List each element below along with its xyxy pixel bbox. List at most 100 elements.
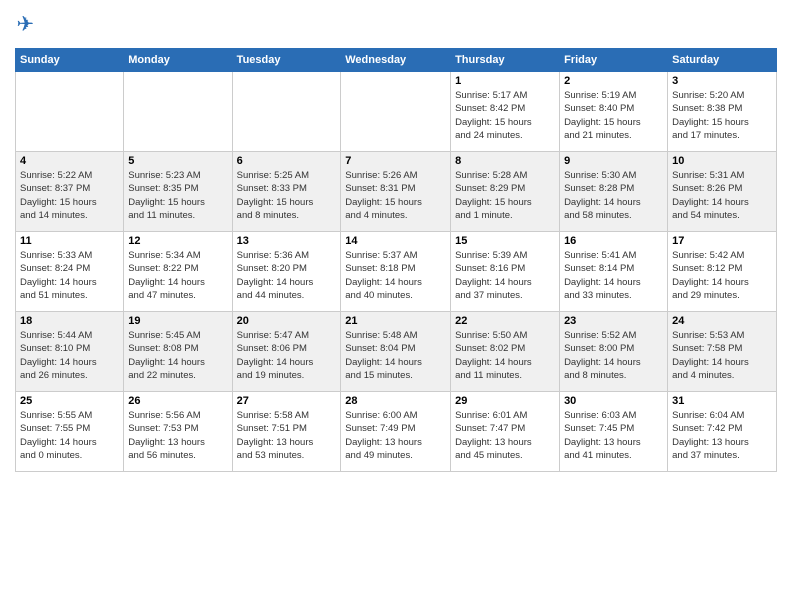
svg-text:✈: ✈ — [17, 13, 35, 36]
calendar-cell: 24 Sunrise: 5:53 AM Sunset: 7:58 PM Dayli… — [668, 312, 777, 392]
day-number: 9 — [564, 155, 663, 167]
calendar-cell: 27 Sunrise: 5:58 AM Sunset: 7:51 PM Dayli… — [232, 392, 341, 472]
day-info: Sunrise: 5:36 AM Sunset: 8:20 PM Dayligh… — [237, 249, 337, 302]
calendar-day-header: Monday — [124, 49, 232, 72]
calendar-day-header: Tuesday — [232, 49, 341, 72]
day-number: 18 — [20, 315, 119, 327]
day-number: 4 — [20, 155, 119, 167]
day-info: Sunrise: 5:50 AM Sunset: 8:02 PM Dayligh… — [455, 329, 555, 382]
calendar-cell: 30 Sunrise: 6:03 AM Sunset: 7:45 PM Dayli… — [560, 392, 668, 472]
calendar-cell: 7Sunrise: 5:26 AM Sunset: 8:31 PM Daylig… — [341, 152, 451, 232]
calendar-cell: 19 Sunrise: 5:45 AM Sunset: 8:08 PM Dayli… — [124, 312, 232, 392]
day-info: Sunrise: 5:41 AM Sunset: 8:14 PM Dayligh… — [564, 249, 663, 302]
calendar-cell: 3 Sunrise: 5:20 AM Sunset: 8:38 PM Daylig… — [668, 72, 777, 152]
day-number: 1 — [455, 75, 555, 87]
calendar-cell: 2 Sunrise: 5:19 AM Sunset: 8:40 PM Daylig… — [560, 72, 668, 152]
calendar-cell: 26 Sunrise: 5:56 AM Sunset: 7:53 PM Dayli… — [124, 392, 232, 472]
day-info: Sunrise: 5:25 AM Sunset: 8:33 PM Dayligh… — [237, 169, 337, 222]
day-info: Sunrise: 5:33 AM Sunset: 8:24 PM Dayligh… — [20, 249, 119, 302]
calendar-cell: 11 Sunrise: 5:33 AM Sunset: 8:24 PM Dayli… — [16, 232, 124, 312]
day-number: 11 — [20, 235, 119, 247]
calendar-cell: 18 Sunrise: 5:44 AM Sunset: 8:10 PM Dayli… — [16, 312, 124, 392]
calendar-day-header: Wednesday — [341, 49, 451, 72]
day-number: 25 — [20, 395, 119, 407]
day-info: Sunrise: 5:39 AM Sunset: 8:16 PM Dayligh… — [455, 249, 555, 302]
calendar-cell: 4Sunrise: 5:22 AM Sunset: 8:37 PM Daylig… — [16, 152, 124, 232]
day-info: Sunrise: 5:55 AM Sunset: 7:55 PM Dayligh… — [20, 409, 119, 462]
calendar-cell — [341, 72, 451, 152]
day-info: Sunrise: 5:44 AM Sunset: 8:10 PM Dayligh… — [20, 329, 119, 382]
calendar-week-row: 1 Sunrise: 5:17 AM Sunset: 8:42 PM Daylig… — [16, 72, 777, 152]
day-number: 30 — [564, 395, 663, 407]
calendar-cell: 10Sunrise: 5:31 AM Sunset: 8:26 PM Dayli… — [668, 152, 777, 232]
calendar-week-row: 25 Sunrise: 5:55 AM Sunset: 7:55 PM Dayli… — [16, 392, 777, 472]
calendar-header-row: SundayMondayTuesdayWednesdayThursdayFrid… — [16, 49, 777, 72]
day-info: Sunrise: 5:48 AM Sunset: 8:04 PM Dayligh… — [345, 329, 446, 382]
day-number: 15 — [455, 235, 555, 247]
calendar-cell: 14Sunrise: 5:37 AM Sunset: 8:18 PM Dayli… — [341, 232, 451, 312]
calendar-cell: 31Sunrise: 6:04 AM Sunset: 7:42 PM Dayli… — [668, 392, 777, 472]
day-number: 7 — [345, 155, 446, 167]
day-number: 3 — [672, 75, 772, 87]
day-info: Sunrise: 5:20 AM Sunset: 8:38 PM Dayligh… — [672, 89, 772, 142]
day-number: 24 — [672, 315, 772, 327]
logo: ✈ — [15, 10, 47, 40]
calendar-day-header: Sunday — [16, 49, 124, 72]
day-info: Sunrise: 6:01 AM Sunset: 7:47 PM Dayligh… — [455, 409, 555, 462]
calendar-cell: 8 Sunrise: 5:28 AM Sunset: 8:29 PM Daylig… — [451, 152, 560, 232]
day-info: Sunrise: 5:19 AM Sunset: 8:40 PM Dayligh… — [564, 89, 663, 142]
day-number: 17 — [672, 235, 772, 247]
calendar-cell: 23 Sunrise: 5:52 AM Sunset: 8:00 PM Dayli… — [560, 312, 668, 392]
day-info: Sunrise: 5:52 AM Sunset: 8:00 PM Dayligh… — [564, 329, 663, 382]
day-number: 27 — [237, 395, 337, 407]
header: ✈ — [15, 10, 777, 40]
day-info: Sunrise: 6:00 AM Sunset: 7:49 PM Dayligh… — [345, 409, 446, 462]
day-info: Sunrise: 5:23 AM Sunset: 8:35 PM Dayligh… — [128, 169, 227, 222]
calendar-cell: 17Sunrise: 5:42 AM Sunset: 8:12 PM Dayli… — [668, 232, 777, 312]
day-info: Sunrise: 6:03 AM Sunset: 7:45 PM Dayligh… — [564, 409, 663, 462]
day-number: 29 — [455, 395, 555, 407]
calendar-cell: 25 Sunrise: 5:55 AM Sunset: 7:55 PM Dayli… — [16, 392, 124, 472]
calendar-week-row: 4Sunrise: 5:22 AM Sunset: 8:37 PM Daylig… — [16, 152, 777, 232]
day-info: Sunrise: 5:34 AM Sunset: 8:22 PM Dayligh… — [128, 249, 227, 302]
day-number: 5 — [128, 155, 227, 167]
calendar-day-header: Saturday — [668, 49, 777, 72]
day-info: Sunrise: 5:45 AM Sunset: 8:08 PM Dayligh… — [128, 329, 227, 382]
day-number: 22 — [455, 315, 555, 327]
day-number: 16 — [564, 235, 663, 247]
calendar-cell: 29 Sunrise: 6:01 AM Sunset: 7:47 PM Dayli… — [451, 392, 560, 472]
day-number: 23 — [564, 315, 663, 327]
day-number: 19 — [128, 315, 227, 327]
day-number: 6 — [237, 155, 337, 167]
calendar-cell: 28Sunrise: 6:00 AM Sunset: 7:49 PM Dayli… — [341, 392, 451, 472]
day-info: Sunrise: 6:04 AM Sunset: 7:42 PM Dayligh… — [672, 409, 772, 462]
calendar-cell: 21 Sunrise: 5:48 AM Sunset: 8:04 PM Dayli… — [341, 312, 451, 392]
day-info: Sunrise: 5:31 AM Sunset: 8:26 PM Dayligh… — [672, 169, 772, 222]
calendar-week-row: 11 Sunrise: 5:33 AM Sunset: 8:24 PM Dayli… — [16, 232, 777, 312]
calendar-cell: 15 Sunrise: 5:39 AM Sunset: 8:16 PM Dayli… — [451, 232, 560, 312]
day-number: 21 — [345, 315, 446, 327]
day-info: Sunrise: 5:17 AM Sunset: 8:42 PM Dayligh… — [455, 89, 555, 142]
day-number: 26 — [128, 395, 227, 407]
calendar-cell: 12 Sunrise: 5:34 AM Sunset: 8:22 PM Dayli… — [124, 232, 232, 312]
calendar-cell: 13Sunrise: 5:36 AM Sunset: 8:20 PM Dayli… — [232, 232, 341, 312]
day-info: Sunrise: 5:28 AM Sunset: 8:29 PM Dayligh… — [455, 169, 555, 222]
calendar-cell — [16, 72, 124, 152]
day-info: Sunrise: 5:53 AM Sunset: 7:58 PM Dayligh… — [672, 329, 772, 382]
calendar-cell: 1 Sunrise: 5:17 AM Sunset: 8:42 PM Daylig… — [451, 72, 560, 152]
calendar-table: SundayMondayTuesdayWednesdayThursdayFrid… — [15, 48, 777, 472]
calendar-cell: 16 Sunrise: 5:41 AM Sunset: 8:14 PM Dayli… — [560, 232, 668, 312]
calendar-day-header: Thursday — [451, 49, 560, 72]
day-info: Sunrise: 5:56 AM Sunset: 7:53 PM Dayligh… — [128, 409, 227, 462]
day-number: 8 — [455, 155, 555, 167]
page-container: ✈ SundayMondayTuesdayWednesdayThursdayFr… — [0, 0, 792, 482]
day-number: 12 — [128, 235, 227, 247]
day-info: Sunrise: 5:30 AM Sunset: 8:28 PM Dayligh… — [564, 169, 663, 222]
day-info: Sunrise: 5:58 AM Sunset: 7:51 PM Dayligh… — [237, 409, 337, 462]
general-blue-logo-icon: ✈ — [15, 10, 45, 40]
calendar-cell: 5 Sunrise: 5:23 AM Sunset: 8:35 PM Daylig… — [124, 152, 232, 232]
calendar-week-row: 18 Sunrise: 5:44 AM Sunset: 8:10 PM Dayli… — [16, 312, 777, 392]
day-number: 14 — [345, 235, 446, 247]
calendar-cell: 22 Sunrise: 5:50 AM Sunset: 8:02 PM Dayli… — [451, 312, 560, 392]
day-number: 2 — [564, 75, 663, 87]
